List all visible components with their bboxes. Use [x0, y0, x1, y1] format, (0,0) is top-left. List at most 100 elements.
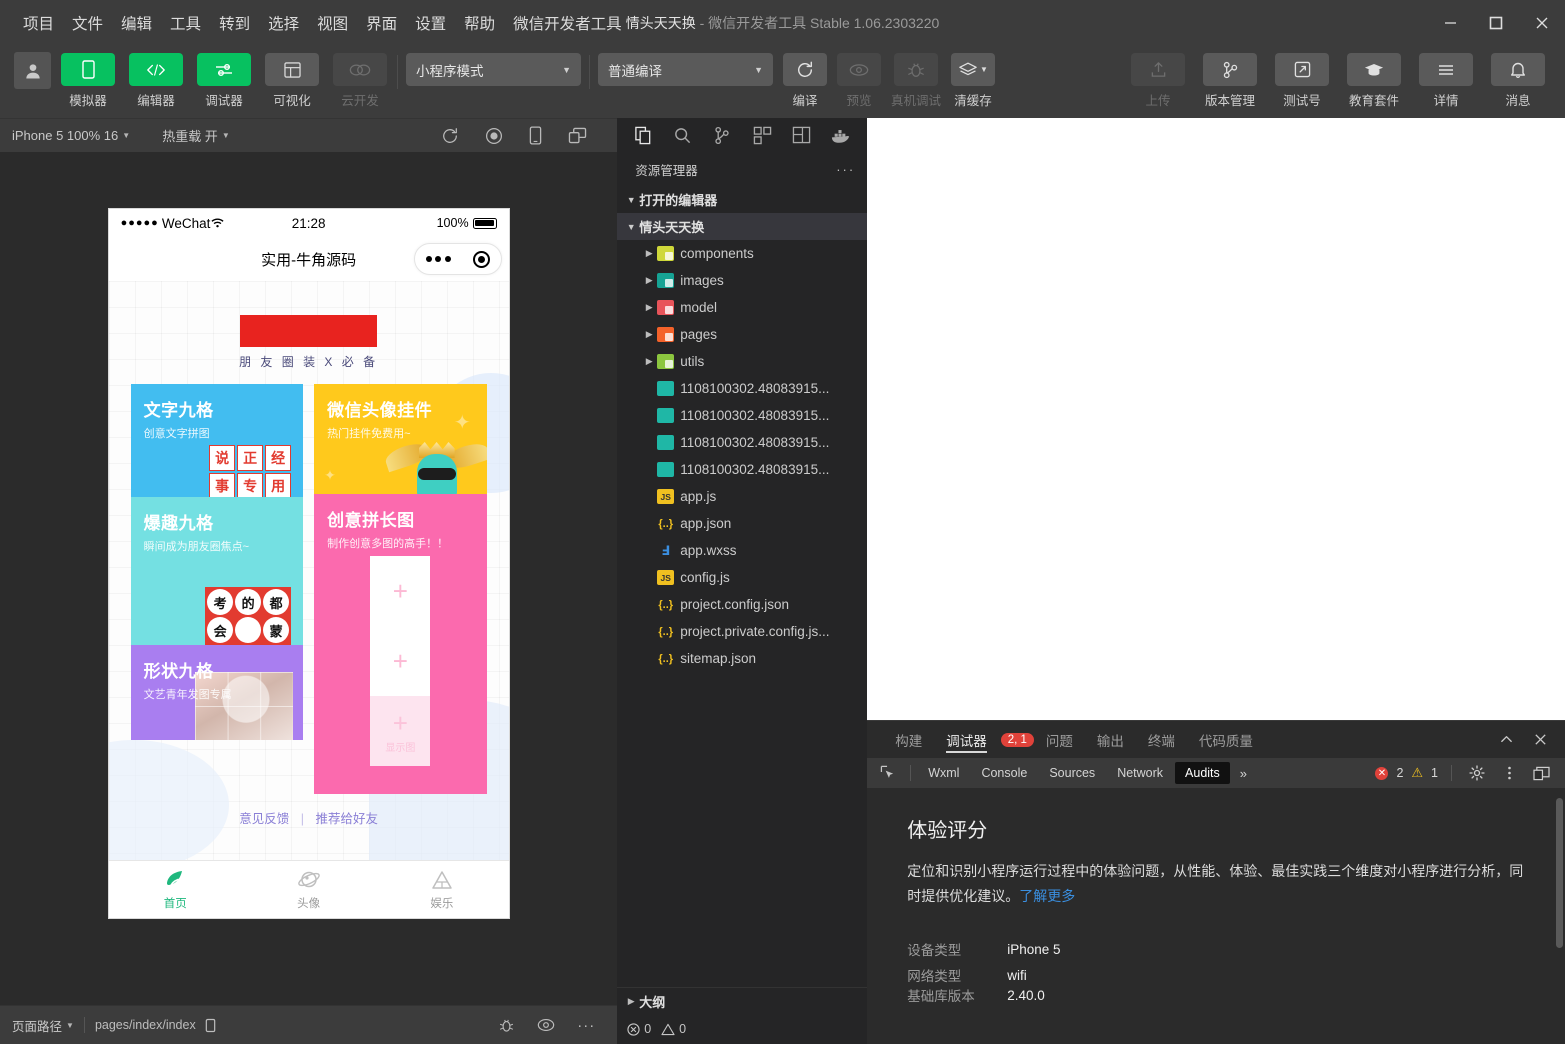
menu-item-view[interactable]: 视图	[308, 8, 357, 38]
gear-icon[interactable]	[1465, 762, 1489, 784]
eye-icon[interactable]	[537, 1017, 555, 1033]
hot-reload-select[interactable]: 热重载 开 ▼	[162, 126, 230, 145]
panel-tab-code-quality[interactable]: 代码质量	[1187, 721, 1265, 759]
close-target-icon[interactable]	[473, 251, 490, 268]
search-icon[interactable]	[663, 118, 703, 152]
card-long-collage[interactable]: 创意拼长图 制作创意多图的高手！！ + + + 显示图	[314, 494, 487, 794]
menu-item-project[interactable]: 项目	[14, 8, 63, 38]
more-icon[interactable]: ···	[577, 1017, 595, 1034]
chevron-right-icon[interactable]: ▶	[641, 302, 657, 313]
devtools-overflow-icon[interactable]: »	[1232, 766, 1255, 781]
explorer-more-icon[interactable]: ···	[836, 162, 855, 177]
menu-item-help[interactable]: 帮助	[455, 8, 504, 38]
panel-tab-build[interactable]: 构建	[883, 721, 934, 759]
tree-item-file[interactable]: 1108100302.48083915...	[617, 456, 867, 483]
add-slot-ghost[interactable]: + 显示图	[370, 696, 430, 766]
menu-item-goto[interactable]: 转到	[210, 8, 259, 38]
devtools-tab-network[interactable]: Network	[1107, 762, 1173, 784]
source-control-icon[interactable]	[703, 118, 743, 152]
tab-home[interactable]: 首页	[109, 861, 242, 918]
panel-tab-problems[interactable]: 问题	[1034, 721, 1085, 759]
tree-item-folder[interactable]: ▶ model	[617, 294, 867, 321]
tree-item-file[interactable]: {..} project.private.config.js...	[617, 618, 867, 645]
toolbar-visualization[interactable]: 可视化	[263, 45, 321, 109]
panel-tab-debugger[interactable]: 调试器	[934, 721, 999, 759]
tab-entertainment[interactable]: 娱乐	[375, 861, 508, 918]
menu-item-interface[interactable]: 界面	[357, 8, 406, 38]
toolbar-compile[interactable]: 编译	[783, 45, 827, 109]
files-icon[interactable]	[623, 118, 663, 152]
tree-item-file[interactable]: {..} app.json	[617, 510, 867, 537]
error-icon[interactable]: 0	[627, 1022, 651, 1036]
menu-item-edit[interactable]: 编辑	[112, 8, 161, 38]
chevron-right-icon[interactable]: ▶	[641, 248, 657, 259]
menu-item-tools[interactable]: 工具	[161, 8, 210, 38]
section-project-root[interactable]: ▼ 情头天天换	[617, 213, 867, 240]
chevron-right-icon[interactable]: ▶	[641, 275, 657, 286]
refresh-icon[interactable]	[441, 127, 459, 145]
bug-icon[interactable]	[498, 1017, 515, 1034]
devtools-tab-sources[interactable]: Sources	[1039, 762, 1105, 784]
card-avatar-pendant[interactable]: 微信头像挂件 热门挂件免费用~ ✦ ✦	[314, 384, 487, 494]
tree-item-file[interactable]: 1108100302.48083915...	[617, 429, 867, 456]
copy-icon[interactable]	[204, 1018, 217, 1033]
capsule-buttons[interactable]	[414, 243, 502, 275]
tree-item-folder[interactable]: ▶ utils	[617, 348, 867, 375]
tree-item-file[interactable]: 1108100302.48083915...	[617, 375, 867, 402]
feedback-link[interactable]: 意见反馈	[239, 812, 289, 826]
menu-item-devtools[interactable]: 微信开发者工具	[504, 8, 631, 38]
mode-select[interactable]: 小程序模式 ▼	[406, 53, 581, 86]
toolbar-messages[interactable]: 消息	[1485, 45, 1551, 109]
toolbar-version[interactable]: 版本管理	[1197, 45, 1263, 109]
chevron-up-icon[interactable]	[1491, 725, 1521, 755]
tree-item-file[interactable]: {..} project.config.json	[617, 591, 867, 618]
warning-icon[interactable]: 0	[661, 1022, 686, 1036]
multi-window-icon[interactable]	[568, 127, 587, 144]
chevron-right-icon[interactable]: ▶	[641, 329, 657, 340]
tree-item-folder[interactable]: ▶ components	[617, 240, 867, 267]
recommend-link[interactable]: 推荐给好友	[315, 812, 378, 826]
add-slot[interactable]: +	[370, 556, 430, 626]
toolbar-details[interactable]: 详情	[1413, 45, 1479, 109]
panel-tab-terminal[interactable]: 终端	[1136, 721, 1187, 759]
layout-icon[interactable]	[782, 118, 822, 152]
more-icon[interactable]	[426, 256, 451, 262]
devtools-tab-wxml[interactable]: Wxml	[918, 762, 969, 784]
audits-scrollbar[interactable]	[1556, 798, 1563, 948]
toolbar-simulator[interactable]: 模拟器	[59, 45, 117, 109]
toolbar-debugger[interactable]: 调试器	[195, 45, 253, 109]
toolbar-education[interactable]: 教育套件	[1341, 45, 1407, 109]
inspect-element-icon[interactable]	[873, 760, 903, 786]
card-shape-nine-grid[interactable]: 形状九格 文艺青年发图专属	[131, 645, 304, 740]
toolbar-testid[interactable]: 测试号	[1269, 45, 1335, 109]
tree-item-folder[interactable]: ▶ pages	[617, 321, 867, 348]
extensions-icon[interactable]	[742, 118, 782, 152]
maximize-button[interactable]	[1473, 0, 1519, 45]
docker-icon[interactable]	[822, 118, 862, 152]
card-text-nine-grid[interactable]: 文字九格 创意文字拼图 说 正 经 事 专	[131, 384, 304, 497]
tree-item-file[interactable]: 1108100302.48083915...	[617, 402, 867, 429]
editor-area[interactable]	[867, 118, 1565, 720]
toolbar-editor[interactable]: 编辑器	[127, 45, 185, 109]
tree-item-file[interactable]: JS app.js	[617, 483, 867, 510]
avatar[interactable]	[14, 52, 51, 89]
devtools-tab-console[interactable]: Console	[971, 762, 1037, 784]
device-icon[interactable]	[529, 126, 542, 145]
dock-icon[interactable]	[1529, 762, 1553, 784]
panel-tab-output[interactable]: 输出	[1085, 721, 1136, 759]
chevron-right-icon[interactable]: ▶	[641, 356, 657, 367]
close-button[interactable]	[1519, 0, 1565, 45]
tree-item-file[interactable]: Ⅎ app.wxss	[617, 537, 867, 564]
banner-image[interactable]	[240, 315, 377, 347]
card-fun-nine-grid[interactable]: 爆趣九格 瞬间成为朋友圈焦点~ 考 的 都 会	[131, 497, 304, 645]
add-slot[interactable]: +	[370, 626, 430, 696]
record-icon[interactable]	[485, 127, 503, 145]
section-outline[interactable]: ▶ 大纲	[617, 987, 867, 1014]
menu-item-settings[interactable]: 设置	[406, 8, 455, 38]
minimize-button[interactable]	[1427, 0, 1473, 45]
kebab-icon[interactable]	[1497, 762, 1521, 784]
menu-item-select[interactable]: 选择	[259, 8, 308, 38]
toolbar-clear-cache[interactable]: ▼ 清缓存	[951, 45, 995, 109]
section-open-editors[interactable]: ▼ 打开的编辑器	[617, 186, 867, 213]
tab-avatar[interactable]: 头像	[242, 861, 375, 918]
